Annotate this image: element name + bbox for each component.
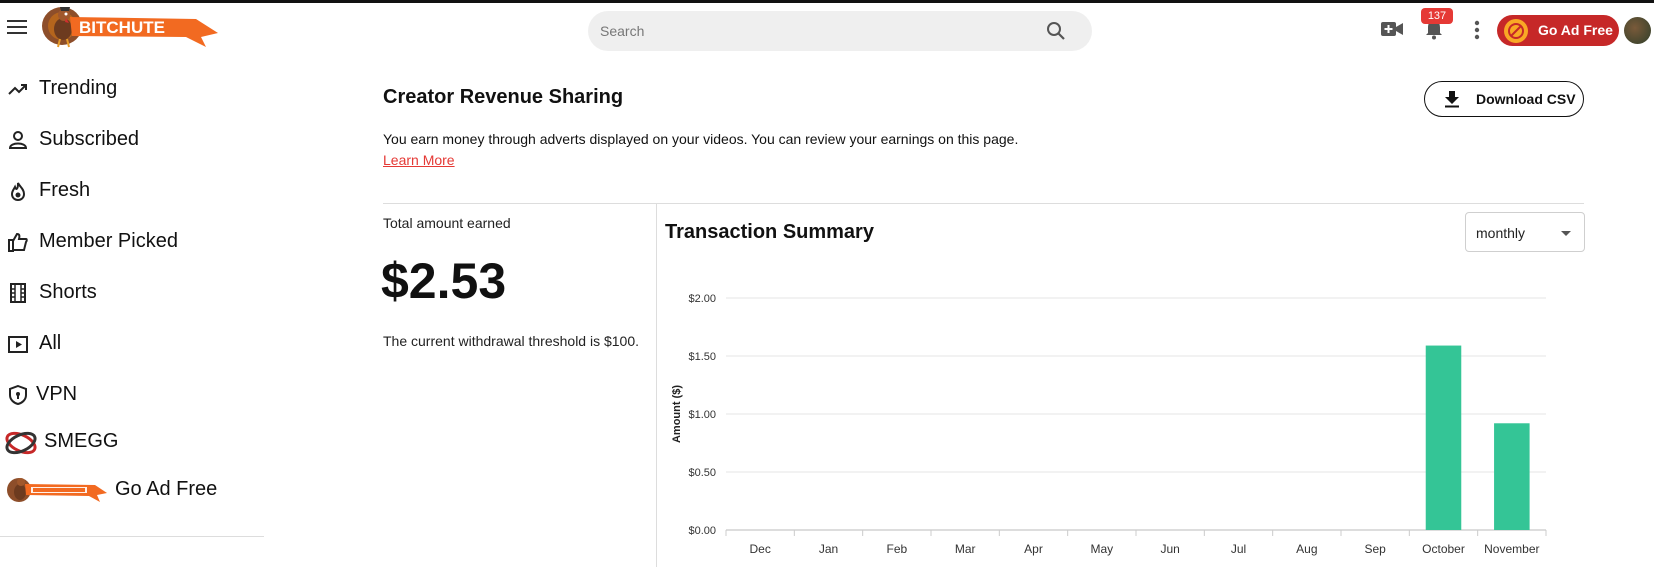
x-tick-label: Apr bbox=[1024, 542, 1043, 556]
download-csv-label: Download CSV bbox=[1476, 91, 1576, 107]
intro-text: You earn money through adverts displayed… bbox=[383, 131, 1019, 147]
person-icon bbox=[8, 130, 28, 150]
x-tick-label: Jul bbox=[1231, 542, 1246, 556]
x-tick-label: Feb bbox=[886, 542, 907, 556]
x-tick-label: Sep bbox=[1364, 542, 1386, 556]
search-input[interactable] bbox=[600, 11, 1020, 51]
sidebar-item-label: Trending bbox=[39, 77, 118, 99]
sidebar-item-all[interactable]: All bbox=[0, 324, 264, 364]
bitchute-logo-icon bbox=[5, 475, 107, 505]
total-earned-amount: $2.53 bbox=[381, 253, 507, 309]
sidebar-divider bbox=[0, 536, 264, 537]
more-options-icon[interactable] bbox=[1474, 20, 1480, 40]
y-tick-label: $0.00 bbox=[688, 525, 716, 537]
x-tick-label: Mar bbox=[955, 542, 976, 556]
total-earned-label: Total amount earned bbox=[383, 215, 511, 231]
sidebar-item-member-picked[interactable]: Member Picked bbox=[0, 222, 264, 262]
page-title: Creator Revenue Sharing bbox=[383, 86, 624, 108]
period-select[interactable]: monthly bbox=[1465, 212, 1585, 252]
panel-divider bbox=[656, 204, 657, 567]
sidebar-item-go-ad-free[interactable]: Go Ad Free bbox=[0, 470, 264, 510]
flame-icon bbox=[8, 181, 28, 202]
period-select-value: monthly bbox=[1476, 225, 1526, 241]
menu-icon[interactable] bbox=[7, 20, 27, 36]
sidebar-item-label: Go Ad Free bbox=[115, 478, 218, 500]
thumbs-up-icon bbox=[8, 232, 28, 252]
notification-count-badge: 137 bbox=[1421, 8, 1453, 24]
learn-more-link[interactable]: Learn More bbox=[383, 152, 455, 168]
transaction-summary-title: Transaction Summary bbox=[665, 221, 874, 243]
user-avatar[interactable] bbox=[1624, 17, 1651, 44]
trending-icon bbox=[8, 79, 28, 99]
sidebar-item-label: SMEGG bbox=[44, 430, 119, 452]
sidebar-item-fresh[interactable]: Fresh bbox=[0, 171, 264, 211]
sidebar-item-label: Subscribed bbox=[39, 128, 140, 150]
transaction-chart: $0.00 $0.50 $1.00 $1.50 $2.00 Amount ($) Dec Ja… bbox=[671, 293, 1547, 556]
sidebar-item-subscribed[interactable]: Subscribed bbox=[0, 120, 264, 160]
chevron-down-icon bbox=[1561, 231, 1571, 236]
film-icon bbox=[8, 283, 28, 303]
sidebar-item-vpn[interactable]: VPN bbox=[0, 375, 264, 415]
x-tick-label: Jun bbox=[1160, 542, 1179, 556]
sidebar-item-label: Shorts bbox=[39, 281, 97, 303]
y-tick-label: $1.00 bbox=[688, 409, 716, 421]
sidebar-item-label: All bbox=[39, 332, 62, 354]
download-icon bbox=[1443, 90, 1461, 108]
bar-november bbox=[1494, 423, 1530, 530]
x-tick-label: Dec bbox=[749, 542, 770, 556]
withdrawal-threshold-text: The current withdrawal threshold is $100… bbox=[383, 333, 640, 349]
sidebar-item-label: Fresh bbox=[39, 179, 91, 201]
search-icon[interactable] bbox=[1046, 21, 1066, 41]
ad-free-coin-icon bbox=[1504, 19, 1528, 43]
sidebar-item-label: Member Picked bbox=[39, 230, 178, 252]
smegg-icon bbox=[5, 431, 37, 455]
x-tick-label: Jan bbox=[819, 542, 838, 556]
create-video-icon[interactable] bbox=[1380, 19, 1404, 39]
sidebar-item-smegg[interactable]: SMEGG bbox=[0, 422, 264, 462]
x-tick-label: October bbox=[1422, 542, 1465, 556]
section-divider bbox=[383, 203, 1584, 204]
shield-icon bbox=[8, 384, 28, 406]
top-bar: BITCHUTE 137 Go Ad Free bbox=[0, 3, 1654, 53]
x-tick-label: May bbox=[1090, 542, 1113, 556]
sidebar-item-trending[interactable]: Trending bbox=[0, 69, 264, 109]
go-ad-free-button[interactable]: Go Ad Free bbox=[1497, 15, 1619, 46]
sidebar-item-label: VPN bbox=[36, 383, 78, 405]
play-square-icon bbox=[8, 334, 28, 354]
logo-text: BITCHUTE bbox=[79, 18, 165, 37]
bitchute-logo[interactable]: BITCHUTE bbox=[36, 3, 218, 53]
bar-october bbox=[1425, 345, 1462, 530]
y-tick-label: $2.00 bbox=[688, 293, 716, 305]
x-tick-label: November bbox=[1484, 542, 1539, 556]
y-axis-label: Amount ($) bbox=[671, 385, 683, 443]
y-tick-label: $0.50 bbox=[688, 467, 716, 479]
x-tick-label: Aug bbox=[1296, 542, 1317, 556]
y-tick-label: $1.50 bbox=[688, 351, 716, 363]
search-bar bbox=[588, 11, 1092, 51]
download-csv-button[interactable]: Download CSV bbox=[1424, 81, 1584, 117]
sidebar-item-shorts[interactable]: Shorts bbox=[0, 273, 264, 313]
go-ad-free-label: Go Ad Free bbox=[1538, 22, 1613, 38]
